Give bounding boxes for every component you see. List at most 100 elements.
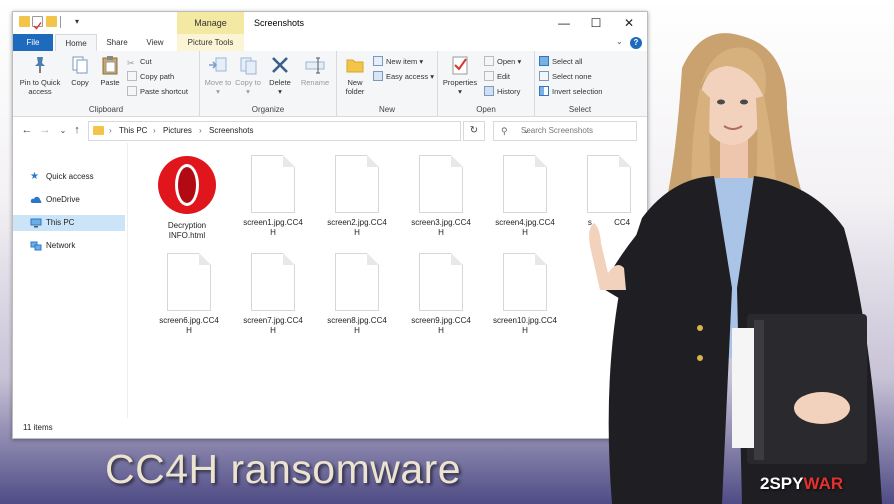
file-item-screen9[interactable]: screen9.jpg.CC4 H [403, 253, 479, 336]
new-folder-icon [346, 59, 364, 73]
item-count: 11 items [23, 423, 53, 432]
new-folder-button[interactable]: New folder [340, 54, 370, 96]
title-bar: ▾ Manage Screenshots — ☐ ✕ [13, 12, 647, 34]
rename-icon [305, 57, 325, 74]
open-icon [484, 56, 494, 66]
copy-path-label: Copy path [140, 72, 175, 81]
chevron-down-icon: ▾ [458, 87, 462, 96]
minimize-button[interactable]: — [553, 15, 575, 31]
file-name: screen10.jpg.CC4 [492, 316, 558, 325]
new-folder-icon[interactable] [46, 16, 57, 27]
history-button[interactable]: History [484, 86, 520, 98]
breadcrumb-pictures[interactable]: Pictures [163, 122, 192, 140]
file-name: H [438, 228, 444, 237]
file-item-screen8[interactable]: screen8.jpg.CC4 H [319, 253, 395, 336]
nav-item-network[interactable]: Network [13, 238, 125, 254]
logo-part: WAR [803, 474, 844, 493]
folder-icon [93, 126, 104, 135]
breadcrumb-screenshots[interactable]: Screenshots [209, 122, 253, 140]
organize-group: Move to ▾ Copy to ▾ Delete ▾ Rename Organiz… [200, 51, 337, 116]
file-name: screen2.jpg.CC4 [327, 218, 387, 227]
file-item-screen2[interactable]: screen2.jpg.CC4 H [319, 155, 395, 238]
tab-picture-tools[interactable]: Picture Tools [177, 34, 244, 51]
file-item-screen10[interactable]: screen10.jpg.CC4 H [487, 253, 563, 336]
open-button[interactable]: Open ▾ [484, 56, 521, 68]
tab-home[interactable]: Home [55, 34, 97, 52]
address-row: ← → ⌄ ↑ › This PC › Pictures › Screensho… [13, 117, 647, 143]
nav-item-this-pc[interactable]: This PC [13, 215, 125, 231]
back-arrow-icon[interactable]: ← [21, 124, 33, 136]
new-item-icon [373, 56, 383, 66]
nav-item-quick-access[interactable]: ★ Quick access [13, 169, 125, 185]
file-item-screen4[interactable]: screen4.jpg.CC4 H [487, 155, 563, 238]
select-all-button[interactable]: Select all [539, 56, 582, 68]
presenter-illustration [589, 33, 882, 504]
edit-button[interactable]: Edit [484, 71, 510, 83]
copy-icon [72, 56, 88, 74]
customize-toolbar-icon[interactable]: ▾ [75, 17, 79, 26]
file-list: Decryption INFO.html screen1.jpg.CC4 H s… [128, 143, 647, 418]
chevron-right-icon: › [109, 126, 112, 135]
new-item-label: New item [386, 57, 418, 66]
tab-manage[interactable]: Manage [177, 12, 244, 34]
cloud-icon [30, 195, 42, 205]
address-bar[interactable]: › This PC › Pictures › Screenshots ⌄ [88, 121, 530, 141]
file-name: H [270, 228, 276, 237]
cut-button[interactable]: ✂ Cut [127, 56, 152, 68]
file-item-screen7[interactable]: screen7.jpg.CC4 H [235, 253, 311, 336]
file-item-decryption-info[interactable]: Decryption INFO.html [149, 155, 225, 241]
chevron-down-icon: ▾ [419, 57, 424, 66]
copy-to-icon [240, 57, 257, 75]
copy-to-label: Copy to [235, 78, 261, 87]
nav-item-onedrive[interactable]: OneDrive [13, 192, 125, 208]
refresh-button[interactable]: ↻ [463, 121, 485, 141]
new-item-button[interactable]: New item ▾ [373, 56, 423, 68]
properties-icon[interactable] [32, 16, 43, 30]
tab-view[interactable]: View [137, 34, 173, 51]
pin-to-quick-access-button[interactable]: Pin to Quick access [17, 54, 63, 96]
file-item-screen3[interactable]: screen3.jpg.CC4 H [403, 155, 479, 238]
rename-button[interactable]: Rename [298, 54, 332, 87]
file-icon [251, 253, 295, 311]
nav-item-label: OneDrive [46, 195, 80, 204]
tab-file[interactable]: File [13, 34, 53, 51]
recent-locations-icon[interactable]: ⌄ [57, 126, 69, 135]
file-icon [419, 155, 463, 213]
chevron-down-icon: ▾ [278, 87, 282, 96]
file-item-screen6[interactable]: screen6.jpg.CC4 H [151, 253, 227, 336]
move-to-button[interactable]: Move to ▾ [204, 54, 232, 96]
paste-shortcut-icon [127, 86, 137, 96]
delete-label: Delete [269, 78, 291, 87]
tab-share[interactable]: Share [99, 34, 135, 51]
new-group: New folder New item ▾ Easy access ▾ New [337, 51, 438, 116]
properties-label: Properties [442, 78, 478, 87]
paste-label: Paste [100, 78, 120, 87]
copy-to-button[interactable]: Copy to ▾ [234, 54, 262, 96]
window-title: Screenshots [254, 18, 305, 28]
edit-label: Edit [497, 72, 510, 81]
file-item-screen1[interactable]: screen1.jpg.CC4 H [235, 155, 311, 238]
file-name: screen3.jpg.CC4 [411, 218, 471, 227]
delete-button[interactable]: Delete ▾ [266, 54, 294, 96]
easy-access-button[interactable]: Easy access ▾ [373, 71, 434, 83]
file-icon [335, 155, 379, 213]
breadcrumb-this-pc[interactable]: This PC [119, 122, 147, 140]
up-arrow-icon[interactable]: ↑ [71, 124, 83, 136]
properties-button[interactable]: Properties ▾ [440, 54, 480, 96]
paste-shortcut-button[interactable]: Paste shortcut [127, 86, 188, 98]
computer-icon [30, 218, 42, 228]
copy-path-button[interactable]: Copy path [127, 71, 174, 83]
copy-button[interactable]: Copy [67, 54, 93, 87]
open-group: Properties ▾ Open ▾ Edit History Open [438, 51, 535, 116]
file-name: screen9.jpg.CC4 [411, 316, 471, 325]
easy-access-icon [373, 71, 383, 81]
forward-arrow-icon[interactable]: → [39, 124, 51, 136]
file-name: screen6.jpg.CC4 [159, 316, 219, 325]
file-name: H [354, 326, 360, 335]
file-icon [167, 253, 211, 311]
paste-button[interactable]: Paste [97, 54, 123, 87]
logo: 2SPYWAR [760, 474, 843, 494]
select-all-label: Select all [552, 57, 583, 66]
status-bar: 11 items [13, 418, 647, 438]
chevron-right-icon: › [153, 126, 156, 135]
